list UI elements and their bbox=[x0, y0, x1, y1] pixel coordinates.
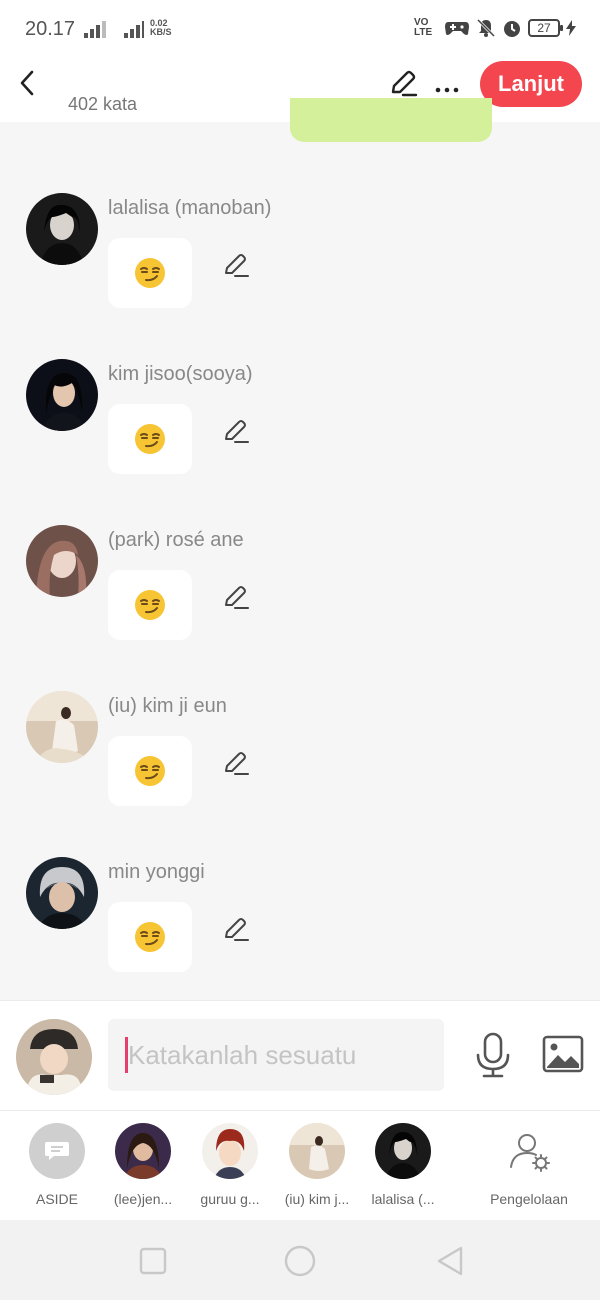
edit-story-button[interactable] bbox=[388, 68, 418, 98]
text-cursor bbox=[125, 1037, 128, 1073]
avatar[interactable] bbox=[26, 691, 98, 763]
next-button[interactable]: Lanjut bbox=[480, 61, 582, 107]
character-aside[interactable]: ASIDE bbox=[12, 1123, 102, 1207]
list-item: (iu) kim ji eun bbox=[0, 691, 600, 831]
pen-icon bbox=[391, 70, 418, 97]
character-name: lalalisa (manoban) bbox=[108, 197, 272, 219]
chevron-left-icon bbox=[20, 70, 34, 96]
message-bubble[interactable] bbox=[108, 736, 192, 806]
message-bubble[interactable] bbox=[108, 238, 192, 308]
list-item: (park) rosé ane bbox=[0, 525, 600, 665]
pencil-icon bbox=[225, 254, 249, 277]
character-switcher: ASIDE (lee)jen... guruu g... (iu) kim j.… bbox=[0, 1110, 600, 1220]
message-bubble[interactable] bbox=[108, 902, 192, 972]
edit-message-button[interactable] bbox=[222, 251, 250, 279]
more-button[interactable] bbox=[434, 68, 460, 98]
message-bubble[interactable] bbox=[108, 570, 192, 640]
pencil-icon bbox=[225, 752, 249, 775]
voice-button[interactable] bbox=[474, 1031, 512, 1079]
battery-icon: 27 bbox=[528, 19, 563, 37]
list-item: lalalisa (manoban) bbox=[0, 193, 600, 333]
avatar[interactable] bbox=[26, 525, 98, 597]
smirking-face-icon bbox=[135, 922, 165, 952]
clock: 20.17 bbox=[25, 18, 76, 40]
square-icon bbox=[139, 1247, 167, 1275]
avatar[interactable] bbox=[26, 359, 98, 431]
avatar bbox=[115, 1123, 171, 1179]
avatar bbox=[289, 1123, 345, 1179]
character-name: (park) rosé ane bbox=[108, 529, 244, 551]
system-nav-bar bbox=[0, 1220, 600, 1300]
pencil-icon bbox=[225, 420, 249, 443]
avatar bbox=[375, 1123, 431, 1179]
character-jennie[interactable]: (lee)jen... bbox=[98, 1123, 188, 1207]
character-name: kim jisoo(sooya) bbox=[108, 363, 253, 385]
manage-button[interactable]: Pengelolaan bbox=[484, 1123, 574, 1207]
network-speed: 0.02 KB/S bbox=[150, 18, 172, 37]
home-button[interactable] bbox=[283, 1244, 317, 1278]
image-button[interactable] bbox=[542, 1034, 584, 1074]
message-composer bbox=[0, 1000, 600, 1110]
character-lalalisa[interactable]: lalalisa (... bbox=[358, 1123, 448, 1207]
pencil-icon bbox=[225, 918, 249, 941]
recents-button[interactable] bbox=[136, 1244, 170, 1278]
aside-icon bbox=[29, 1123, 85, 1179]
character-guruu[interactable]: guruu g... bbox=[185, 1123, 275, 1207]
image-icon bbox=[542, 1035, 584, 1073]
edit-message-button[interactable] bbox=[222, 749, 250, 777]
list-item: min yonggi bbox=[0, 857, 600, 997]
avatar[interactable] bbox=[26, 857, 98, 929]
triangle-back-icon bbox=[437, 1246, 463, 1276]
manage-icon bbox=[501, 1123, 557, 1179]
message-input[interactable] bbox=[108, 1019, 444, 1091]
character-name: (iu) kim ji eun bbox=[108, 695, 227, 717]
volte-indicator: VO LTE bbox=[414, 17, 433, 38]
character-name: min yonggi bbox=[108, 861, 205, 883]
more-dots-icon bbox=[435, 87, 459, 93]
smirking-face-icon bbox=[135, 590, 165, 620]
current-speaker-avatar[interactable] bbox=[16, 1019, 92, 1095]
message-bubble[interactable] bbox=[108, 404, 192, 474]
smirking-face-icon bbox=[135, 424, 165, 454]
back-button[interactable] bbox=[12, 66, 42, 100]
edit-message-button[interactable] bbox=[222, 417, 250, 445]
list-item: kim jisoo(sooya) bbox=[0, 359, 600, 499]
microphone-icon bbox=[476, 1032, 510, 1078]
gamepad-icon bbox=[445, 22, 469, 35]
avatar[interactable] bbox=[26, 193, 98, 265]
smirking-face-icon bbox=[135, 756, 165, 786]
charging-icon bbox=[566, 20, 576, 36]
smirking-face-icon bbox=[135, 258, 165, 288]
character-iu[interactable]: (iu) kim j... bbox=[272, 1123, 362, 1207]
status-icons: VO LTE 27 bbox=[414, 18, 576, 38]
edit-message-button[interactable] bbox=[222, 583, 250, 611]
message-bubble-partial bbox=[290, 98, 492, 142]
word-count: 402 kata bbox=[68, 94, 138, 114]
back-nav-button[interactable] bbox=[434, 1244, 468, 1278]
bell-muted-icon bbox=[476, 18, 496, 38]
pencil-icon bbox=[225, 586, 249, 609]
alarm-icon bbox=[504, 21, 520, 37]
status-bar: 20.17 0.02 KB/S VO LTE 27 bbox=[0, 0, 600, 60]
avatar bbox=[202, 1123, 258, 1179]
edit-message-button[interactable] bbox=[222, 915, 250, 943]
signal-icon bbox=[84, 21, 144, 38]
circle-icon bbox=[284, 1245, 316, 1277]
